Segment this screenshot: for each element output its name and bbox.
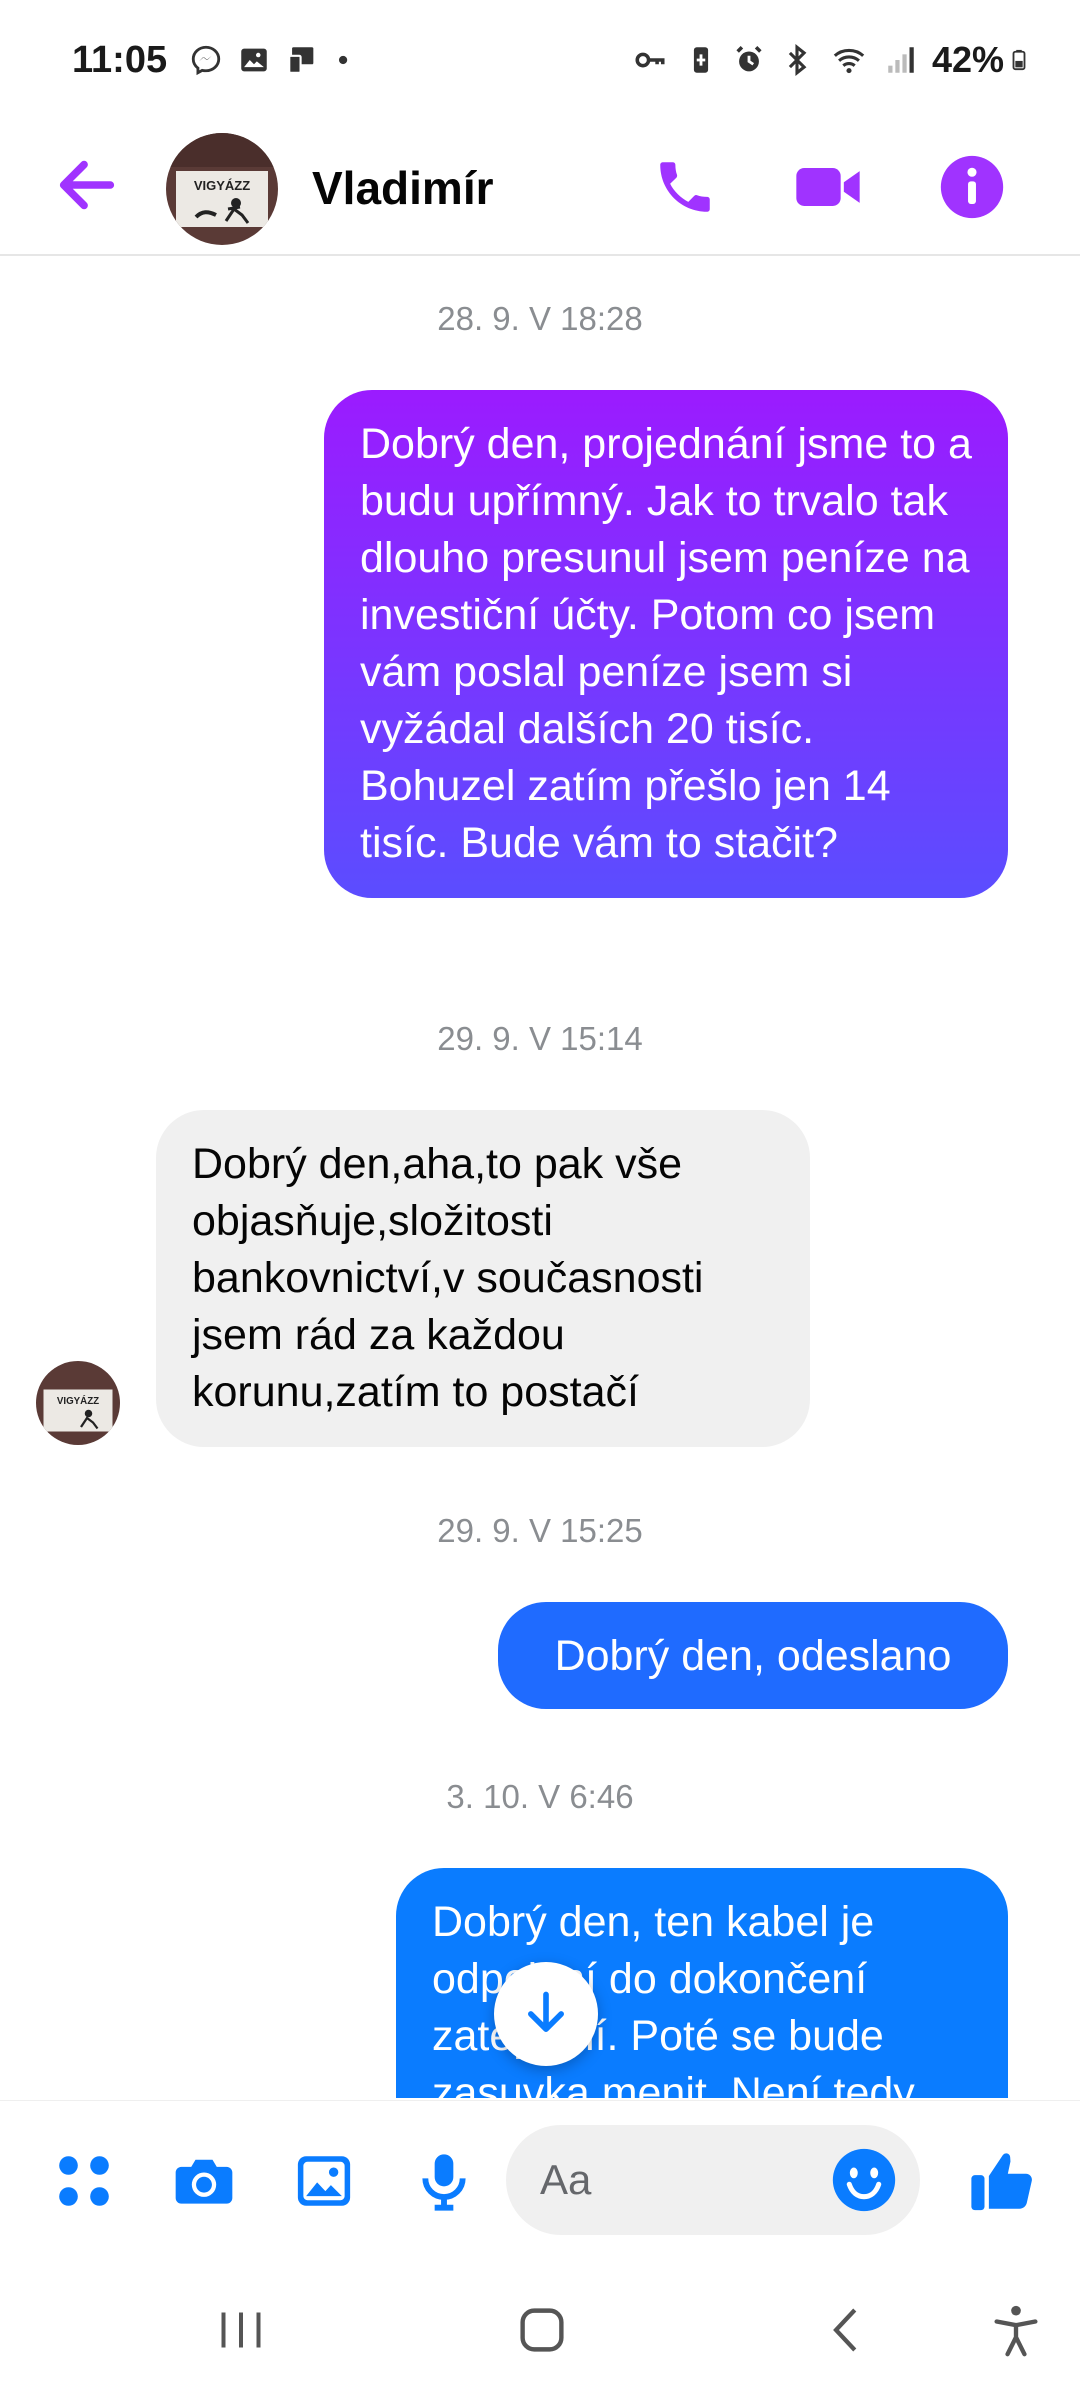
emoji-button[interactable] xyxy=(830,2146,898,2214)
contact-avatar[interactable]: VIGYÁZZ xyxy=(166,133,278,245)
contact-name[interactable]: Vladimír xyxy=(312,146,494,230)
messenger-notification-icon xyxy=(191,45,221,76)
like-button[interactable] xyxy=(966,2145,1038,2217)
recent-apps-icon xyxy=(221,2312,261,2348)
dot-icon xyxy=(339,55,348,65)
back-button[interactable] xyxy=(52,150,122,220)
timestamp: 29. 9. V 15:25 xyxy=(437,1512,643,1549)
message-composer xyxy=(0,2100,1080,2260)
outgoing-message[interactable]: Dobrý den, ten kabel je odpojení do doko… xyxy=(396,1868,1008,2098)
arrow-down-icon xyxy=(528,1991,564,2032)
avatar-label: VIGYÁZZ xyxy=(57,1396,99,1407)
timestamp: 29. 9. V 15:14 xyxy=(437,1020,643,1057)
wifi-icon xyxy=(833,48,865,74)
thumbs-up-icon xyxy=(971,2153,1032,2211)
bluetooth-icon xyxy=(788,44,807,76)
battery-percent: 42% xyxy=(931,39,1004,80)
gallery-notification-icon xyxy=(241,48,267,72)
sender-avatar[interactable]: VIGYÁZZ xyxy=(36,1361,120,1445)
scroll-to-bottom-button[interactable] xyxy=(494,1962,598,2066)
status-time: 11:05 xyxy=(72,38,168,81)
battery-icon xyxy=(1012,49,1026,71)
video-call-button[interactable] xyxy=(785,144,871,230)
status-system-icons: 42% xyxy=(630,39,1030,81)
apps-grid-icon xyxy=(59,2156,109,2206)
message-input[interactable] xyxy=(540,2125,840,2235)
phone-icon xyxy=(660,162,710,212)
incoming-message[interactable]: Dobrý den,aha,to pak vše objasňuje,složi… xyxy=(156,1110,810,1447)
avatar-image: VIGYÁZZ xyxy=(36,1361,120,1445)
home-icon xyxy=(520,2308,564,2352)
more-actions-button[interactable] xyxy=(48,2145,120,2217)
system-navigation-bar xyxy=(0,2260,1080,2400)
message-list[interactable]: 28. 9. V 18:28 Dobrý den, projednání jsm… xyxy=(0,258,1080,2098)
accessibility-button[interactable] xyxy=(976,2290,1056,2370)
audio-call-button[interactable] xyxy=(642,144,728,230)
conversation-header: VIGYÁZZ Vladimír xyxy=(0,120,1080,256)
alarm-icon xyxy=(736,45,762,72)
cast-icon xyxy=(288,47,314,74)
system-back-button[interactable] xyxy=(806,2290,886,2370)
avatar-label: VIGYÁZZ xyxy=(194,178,250,193)
timestamp: 28. 9. V 18:28 xyxy=(437,300,643,337)
back-arrow-icon xyxy=(59,160,115,210)
outgoing-message[interactable]: Dobrý den, odeslano xyxy=(498,1602,1008,1709)
microphone-icon xyxy=(422,2154,466,2211)
recent-apps-button[interactable] xyxy=(201,2290,281,2370)
back-icon xyxy=(833,2308,857,2352)
timestamp: 3. 10. V 6:46 xyxy=(446,1778,634,1815)
emoji-icon xyxy=(832,2148,896,2212)
signal-icon xyxy=(888,47,914,73)
avatar-image: VIGYÁZZ xyxy=(166,133,278,245)
gallery-icon xyxy=(297,2156,351,2206)
battery-saver-icon xyxy=(693,47,709,73)
vpn-key-icon xyxy=(635,52,665,68)
accessibility-icon xyxy=(994,2305,1038,2357)
info-icon xyxy=(940,155,1004,219)
status-notification-icons xyxy=(189,43,355,77)
home-button[interactable] xyxy=(502,2290,582,2370)
conversation-info-button[interactable] xyxy=(929,144,1015,230)
message-field[interactable] xyxy=(506,2125,920,2235)
camera-button[interactable] xyxy=(168,2145,240,2217)
outgoing-message[interactable]: Dobrý den, projednání jsme to a budu upř… xyxy=(324,390,1008,898)
video-camera-icon xyxy=(796,168,860,206)
gallery-button[interactable] xyxy=(288,2145,360,2217)
voice-message-button[interactable] xyxy=(408,2145,480,2217)
status-bar: 11:05 42% xyxy=(0,0,1080,120)
camera-icon xyxy=(175,2159,233,2204)
